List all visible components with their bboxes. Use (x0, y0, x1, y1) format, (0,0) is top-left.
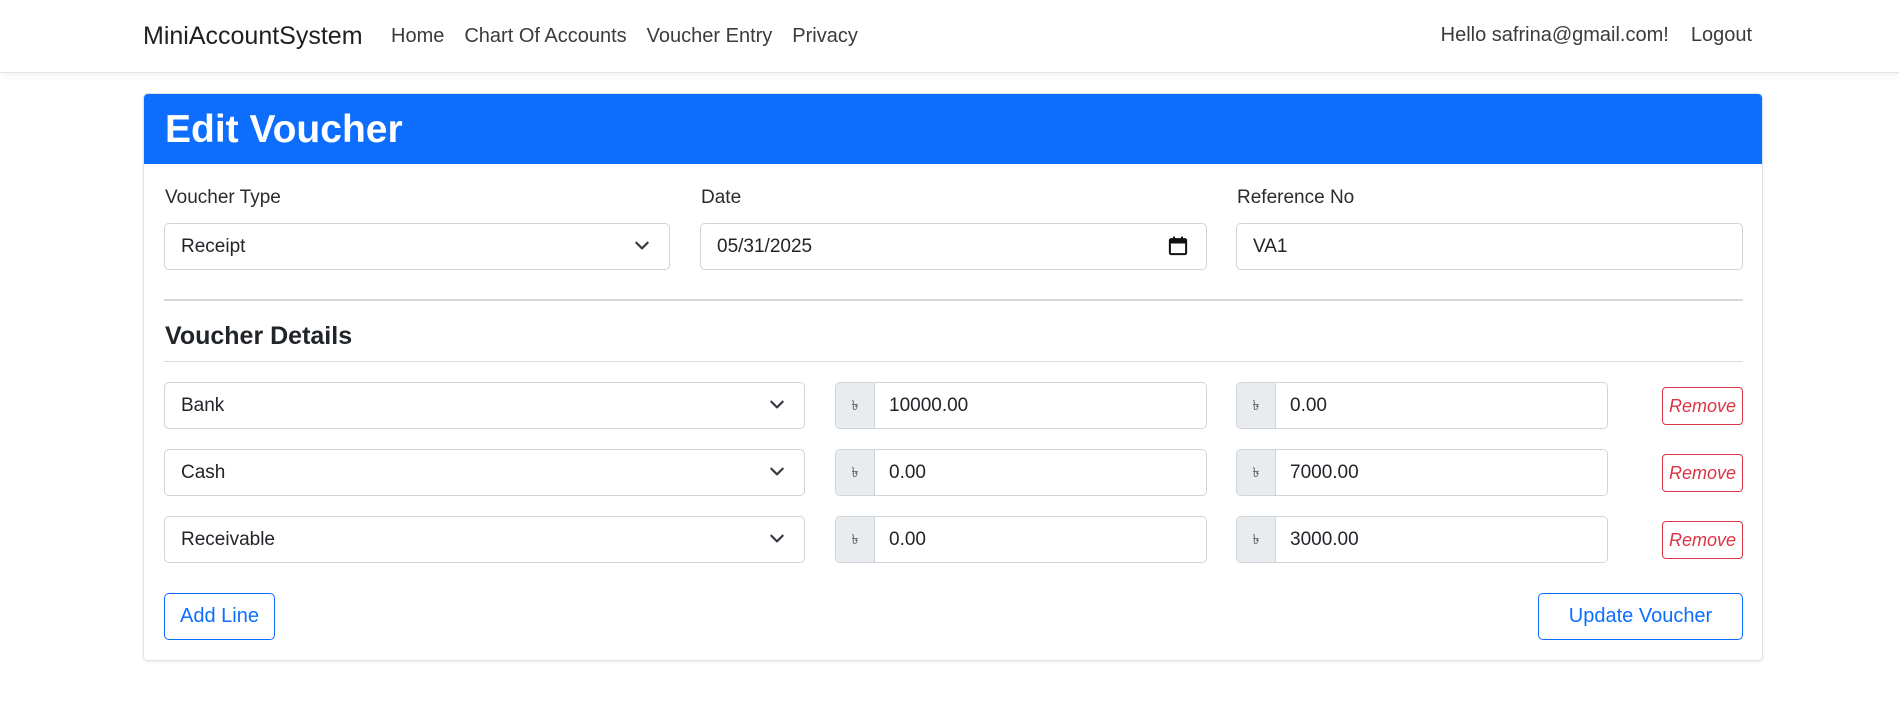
main-nav: Home Chart Of Accounts Voucher Entry Pri… (391, 25, 858, 48)
debit-input-group: ৳ 10000.00 (835, 382, 1207, 429)
credit-input[interactable]: 7000.00 (1276, 450, 1607, 495)
voucher-type-select[interactable]: Receipt (164, 223, 670, 270)
reference-no-input[interactable]: VA1 (1236, 223, 1743, 270)
voucher-type-value: Receipt (181, 236, 246, 257)
remove-line-button[interactable]: Remove (1662, 454, 1743, 492)
debit-input[interactable]: 10000.00 (875, 383, 1206, 428)
currency-addon: ৳ (836, 517, 875, 562)
update-voucher-button[interactable]: Update Voucher (1538, 593, 1743, 640)
credit-input-group: ৳ 7000.00 (1236, 449, 1608, 496)
currency-addon: ৳ (1237, 383, 1276, 428)
date-label: Date (701, 187, 742, 208)
remove-line-button[interactable]: Remove (1662, 387, 1743, 425)
chevron-down-icon (770, 467, 784, 476)
currency-addon: ৳ (836, 383, 875, 428)
add-line-button[interactable]: Add Line (164, 593, 275, 640)
card-header: Edit Voucher (144, 94, 1762, 164)
form-divider (164, 299, 1743, 301)
page-title: Edit Voucher (165, 108, 403, 151)
details-divider (164, 361, 1743, 362)
voucher-details-title: Voucher Details (165, 322, 353, 350)
credit-input[interactable]: 3000.00 (1276, 517, 1607, 562)
chevron-down-icon (770, 534, 784, 543)
account-select[interactable]: Bank (164, 382, 805, 429)
nav-voucher-entry[interactable]: Voucher Entry (647, 25, 773, 48)
nav-privacy[interactable]: Privacy (792, 25, 858, 48)
user-nav: Hello safrina@gmail.com! Logout (1441, 24, 1752, 47)
remove-line-button[interactable]: Remove (1662, 521, 1743, 559)
credit-input-group: ৳ 0.00 (1236, 382, 1608, 429)
edit-voucher-card: Edit Voucher Voucher Type Receipt Date 0… (143, 93, 1763, 661)
credit-input[interactable]: 0.00 (1276, 383, 1607, 428)
chevron-down-icon (635, 241, 649, 250)
currency-addon: ৳ (1237, 450, 1276, 495)
debit-input[interactable]: 0.00 (875, 450, 1206, 495)
currency-addon: ৳ (836, 450, 875, 495)
account-select[interactable]: Receivable (164, 516, 805, 563)
account-value: Bank (181, 395, 225, 416)
currency-addon: ৳ (1237, 517, 1276, 562)
debit-input[interactable]: 0.00 (875, 517, 1206, 562)
logout-button[interactable]: Logout (1691, 24, 1752, 47)
calendar-icon[interactable] (1168, 236, 1188, 256)
top-navbar: MiniAccountSystem Home Chart Of Accounts… (0, 0, 1899, 73)
reference-no-label: Reference No (1237, 187, 1355, 208)
account-select[interactable]: Cash (164, 449, 805, 496)
voucher-type-label: Voucher Type (165, 187, 281, 208)
account-value: Cash (181, 462, 226, 483)
account-value: Receivable (181, 529, 275, 550)
nav-chart-of-accounts[interactable]: Chart Of Accounts (464, 25, 626, 48)
user-greeting-link[interactable]: Hello safrina@gmail.com! (1441, 24, 1669, 47)
credit-input-group: ৳ 3000.00 (1236, 516, 1608, 563)
debit-input-group: ৳ 0.00 (835, 516, 1207, 563)
date-value: 05/31/2025 (717, 236, 813, 257)
debit-input-group: ৳ 0.00 (835, 449, 1207, 496)
nav-home[interactable]: Home (391, 25, 444, 48)
reference-no-value: VA1 (1253, 236, 1288, 257)
chevron-down-icon (770, 400, 784, 409)
brand-link[interactable]: MiniAccountSystem (143, 22, 363, 51)
date-input[interactable]: 05/31/2025 (700, 223, 1207, 270)
